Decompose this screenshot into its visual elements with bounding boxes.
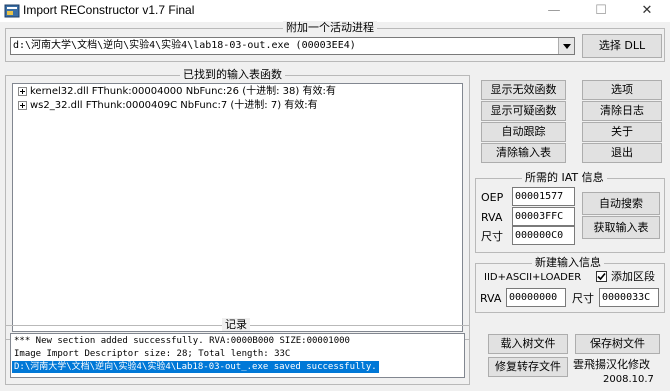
size-label: 尺寸 [481, 230, 503, 243]
about-button[interactable]: 关于 [582, 122, 662, 142]
oep-field[interactable]: 00001577 [512, 187, 575, 206]
get-imports-button[interactable]: 获取输入表 [582, 216, 660, 239]
process-dropdown[interactable]: d:\河南大学\文档\逆向\实验4\实验4\lab18-03-out.exe (… [10, 37, 575, 55]
rva-field[interactable]: 00003FFC [512, 207, 575, 226]
maximize-button[interactable]: ☐ [578, 0, 624, 22]
size-field[interactable]: 000000C0 [512, 226, 575, 245]
add-section-label: 添加区段 [611, 270, 655, 283]
credit-text: 雲飛揚汉化修改 [573, 358, 650, 371]
imports-group-title: 已找到的输入表函数 [180, 68, 285, 81]
load-tree-button[interactable]: 载入树文件 [488, 334, 568, 354]
new-import-group-title: 新建输入信息 [532, 256, 604, 269]
imports-tree[interactable]: kernel32.dll FThunk:00004000 NbFunc:26 (… [12, 83, 463, 332]
tree-row-label: ws2_32.dll FThunk:0000409C NbFunc:7 (十进制… [30, 100, 318, 111]
process-selected: d:\河南大学\文档\逆向\实验4\实验4\lab18-03-out.exe (… [13, 40, 356, 51]
log-line[interactable]: Image Import Descriptor size: 28; Total … [14, 348, 290, 360]
auto-search-button[interactable]: 自动搜索 [582, 192, 660, 215]
iat-group-title: 所需的 IAT 信息 [522, 171, 607, 184]
import-mode-label: IID+ASCII+LOADER [484, 272, 582, 283]
rva-label: RVA [481, 211, 503, 224]
options-button[interactable]: 选项 [582, 80, 662, 100]
window-title: Import REConstructor v1.7 Final [23, 3, 195, 17]
save-tree-button[interactable]: 保存树文件 [575, 334, 660, 354]
show-invalid-button[interactable]: 显示无效函数 [481, 80, 566, 100]
date-text: 2008.10.7 [603, 374, 654, 385]
expand-icon[interactable] [18, 86, 27, 96]
tree-row-label: kernel32.dll FThunk:00004000 NbFunc:26 (… [30, 86, 336, 97]
new-rva-field[interactable]: 00000000 [506, 288, 566, 307]
show-suspect-button[interactable]: 显示可疑函数 [481, 101, 566, 121]
log-list[interactable]: *** New section added successfully. RVA:… [10, 333, 465, 378]
tree-row[interactable]: kernel32.dll FThunk:00004000 NbFunc:26 (… [18, 85, 336, 99]
minimize-button[interactable]: — [531, 0, 577, 22]
expand-icon[interactable] [18, 100, 27, 110]
log-line-selected[interactable]: D:\河南大学\文档\逆向\实验4\实验4\Lab18-03-out_.exe … [12, 361, 379, 373]
auto-trace-button[interactable]: 自动跟踪 [481, 122, 566, 142]
process-group-title: 附加一个活动进程 [283, 21, 377, 34]
tree-row[interactable]: ws2_32.dll FThunk:0000409C NbFunc:7 (十进制… [18, 99, 318, 113]
oep-label: OEP [481, 191, 504, 204]
chevron-down-icon [562, 43, 571, 49]
close-button[interactable]: ✕ [624, 0, 670, 22]
dropdown-arrow[interactable] [558, 38, 574, 54]
new-rva-label: RVA [480, 292, 502, 305]
select-dll-button[interactable]: 选择 DLL [582, 34, 662, 58]
add-section-checkbox[interactable] [596, 271, 607, 282]
fix-dump-button[interactable]: 修复转存文件 [488, 357, 568, 377]
exit-button[interactable]: 退出 [582, 143, 662, 163]
log-group-title: 记录 [222, 318, 250, 331]
checkmark-icon [597, 272, 606, 281]
log-line[interactable]: *** New section added successfully. RVA:… [14, 335, 350, 347]
clear-imports-button[interactable]: 清除输入表 [481, 143, 566, 163]
new-size-label: 尺寸 [572, 292, 594, 305]
new-size-field[interactable]: 0000033C [599, 288, 659, 307]
clear-log-button[interactable]: 清除日志 [582, 101, 662, 121]
app-icon [4, 3, 20, 19]
